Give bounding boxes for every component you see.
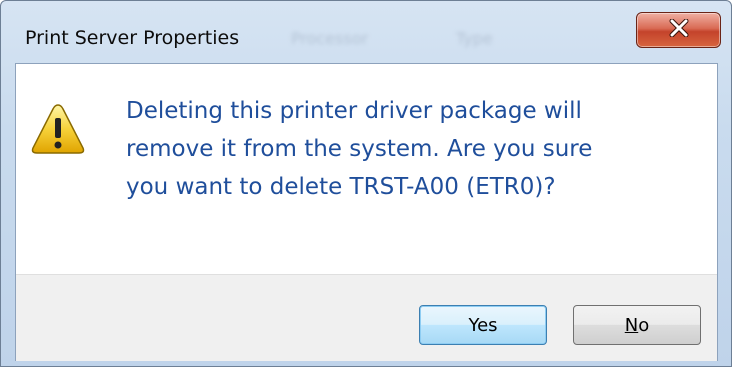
background-column-header: Processor [291,29,369,48]
title-bar[interactable]: Processor Type Print Server Properties [1,1,731,63]
message-area: Deleting this printer driver package wil… [16,64,717,274]
background-column-header: Type [456,29,493,48]
yes-button[interactable]: Yes [419,305,547,345]
yes-button-label: Yes [468,314,498,336]
button-bar: Yes No [16,274,717,361]
close-icon [668,18,690,41]
no-button-label: No [624,314,650,336]
dialog-window: Processor Type Print Server Properties D… [0,0,732,367]
window-title: Print Server Properties [25,27,240,49]
close-button[interactable] [636,12,721,48]
dialog-client-area: Deleting this printer driver package wil… [15,63,718,361]
warning-triangle-icon [30,102,86,156]
no-button[interactable]: No [573,305,701,345]
dialog-message: Deleting this printer driver package wil… [126,98,593,200]
